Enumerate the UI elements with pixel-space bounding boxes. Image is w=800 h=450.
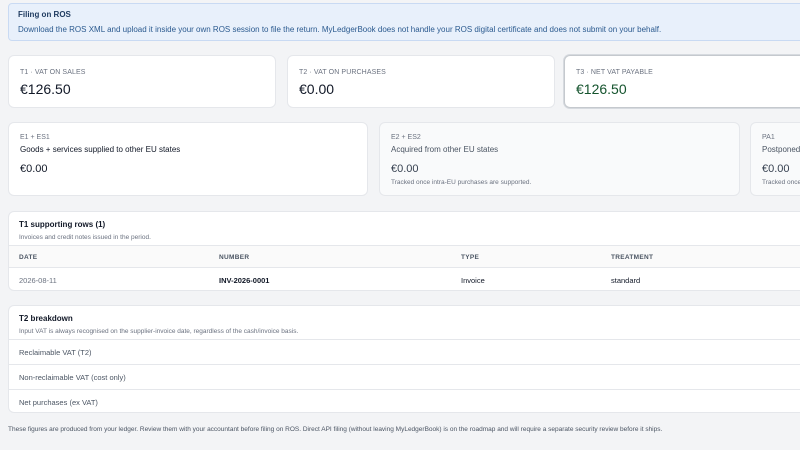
cell-number: INV-2026-0001: [219, 276, 270, 285]
panel-title: T2 breakdown: [19, 314, 73, 323]
vat-card-t2: T2 · VAT ON PURCHASES €0.00: [287, 55, 555, 108]
column-header-treatment[interactable]: TREATMENT: [611, 254, 653, 262]
eu-card-value: €0.00: [391, 163, 419, 175]
breakdown-row-net-purchases: Net purchases (ex VAT): [9, 389, 800, 412]
panel-subtitle: Input VAT is always recognised on the su…: [19, 328, 299, 335]
vat-card-label: T3 · NET VAT PAYABLE: [576, 69, 653, 76]
column-header-number[interactable]: NUMBER: [219, 254, 249, 262]
eu-card-e1-es1: E1 + ES1 Goods + services supplied to ot…: [8, 122, 368, 196]
panel-title: T1 supporting rows (1): [19, 220, 106, 229]
vat-card-value: €0.00: [299, 81, 335, 97]
cell-date: 2026-08-11: [19, 276, 57, 285]
table-row[interactable]: 2026-08-11 INV-2026-0001 Invoice standar…: [9, 268, 800, 290]
breakdown-label: Reclaimable VAT (T2): [19, 348, 92, 357]
eu-card-e2-es2: E2 + ES2 Acquired from other EU states €…: [379, 122, 740, 196]
eu-card-description: Postponed-: [762, 145, 800, 154]
vat-card-value: €126.50: [576, 81, 627, 97]
eu-card-description: Acquired from other EU states: [391, 145, 499, 154]
t2-breakdown-panel: T2 breakdown Input VAT is always recogni…: [8, 305, 800, 413]
breakdown-label: Net purchases (ex VAT): [19, 398, 98, 407]
vat-card-label: T2 · VAT ON PURCHASES: [299, 69, 386, 76]
cell-type: Invoice: [461, 276, 485, 285]
vat-card-label: T1 · VAT ON SALES: [20, 69, 86, 76]
eu-card-note: Tracked once intra-EU purchases are supp…: [391, 179, 532, 186]
breakdown-row-reclaimable: Reclaimable VAT (T2): [9, 339, 800, 364]
vat-card-value: €126.50: [20, 81, 71, 97]
breakdown-label: Non-reclaimable VAT (cost only): [19, 373, 126, 382]
vat-card-t1: T1 · VAT ON SALES €126.50: [8, 55, 276, 108]
eu-card-code: PA1: [762, 134, 775, 141]
footnote: These figures are produced from your led…: [8, 426, 663, 433]
eu-card-code: E1 + ES1: [20, 134, 50, 141]
t1-supporting-rows-panel: T1 supporting rows (1) Invoices and cred…: [8, 211, 800, 291]
panel-subtitle: Invoices and credit notes issued in the …: [19, 234, 151, 241]
eu-card-description: Goods + services supplied to other EU st…: [20, 145, 181, 154]
eu-card-note: Tracked once: [762, 179, 800, 186]
eu-card-pa1: PA1 Postponed- €0.00 Tracked once: [750, 122, 800, 196]
cell-treatment: standard: [611, 276, 641, 285]
eu-card-value: €0.00: [762, 163, 790, 175]
breakdown-row-non-reclaimable: Non-reclaimable VAT (cost only): [9, 364, 800, 389]
alert-title: Filing on ROS: [18, 10, 71, 19]
table-header: DATE NUMBER TYPE TREATMENT: [9, 245, 800, 268]
eu-card-value: €0.00: [20, 163, 48, 175]
ros-filing-alert: Filing on ROS Download the ROS XML and u…: [8, 3, 800, 41]
column-header-date[interactable]: DATE: [19, 254, 37, 262]
column-header-type[interactable]: TYPE: [461, 254, 479, 262]
eu-card-code: E2 + ES2: [391, 134, 421, 141]
alert-body: Download the ROS XML and upload it insid…: [18, 25, 662, 34]
vat-card-t3: T3 · NET VAT PAYABLE €126.50: [564, 55, 800, 108]
